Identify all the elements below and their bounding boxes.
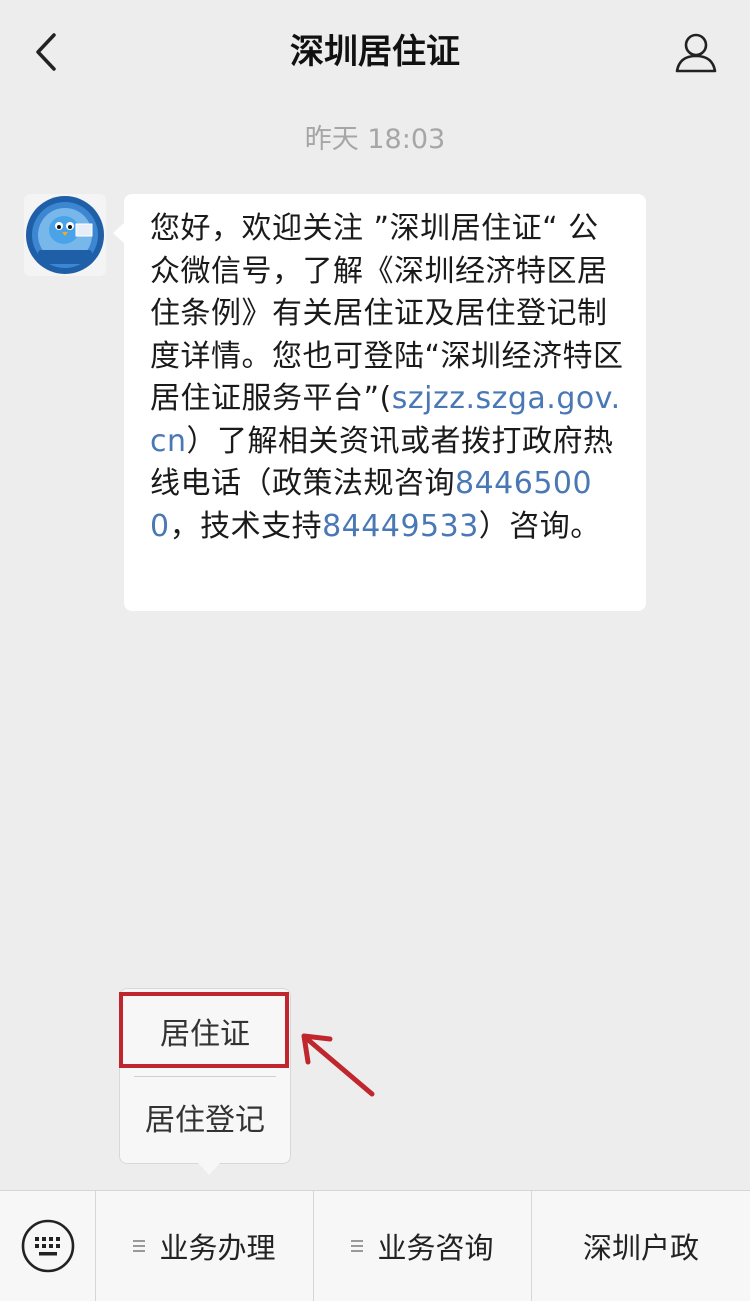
keyboard-icon (21, 1219, 74, 1273)
menu-business-consulting[interactable]: 业务咨询 (314, 1191, 532, 1301)
highlight-box (119, 992, 289, 1068)
shenzhen-residence-logo (26, 196, 104, 274)
submenu-item-residence-registration[interactable]: 居住登记 (120, 1099, 290, 1143)
message-text-part3: ，技术支持 (169, 508, 323, 544)
submenu-indicator-icon (351, 1237, 364, 1255)
message-text: 您好，欢迎关注 ”深圳居住证“ 公众微信号，了解《深圳经济特区居住条例》有关居住… (150, 208, 628, 548)
menu-label: 深圳户政 (582, 1231, 699, 1265)
submenu-divider (134, 1076, 276, 1077)
page-title: 深圳居住证 (290, 32, 460, 72)
submenu-indicator-icon (133, 1237, 146, 1255)
bottom-menu-bar: 业务办理 业务咨询 深圳户政 (0, 1190, 750, 1301)
message-bubble: 您好，欢迎关注 ”深圳居住证“ 公众微信号，了解《深圳经济特区居住条例》有关居住… (113, 194, 646, 611)
profile-button[interactable] (672, 28, 720, 76)
message-text-part4: ）咨询。 (478, 508, 601, 544)
avatar[interactable] (24, 194, 106, 276)
menu-label: 业务办理 (159, 1231, 276, 1265)
menu-shenzhen-household[interactable]: 深圳户政 (532, 1191, 750, 1301)
nav-header: 深圳居住证 (0, 0, 750, 105)
keyboard-toggle-button[interactable] (0, 1191, 96, 1301)
menu-business-handling[interactable]: 业务办理 (96, 1191, 314, 1301)
user-icon (675, 33, 717, 73)
support-phone-link[interactable]: 84449533 (322, 509, 479, 544)
menu-label: 业务咨询 (377, 1231, 494, 1265)
pointer-arrow-icon (301, 1033, 375, 1097)
message-timestamp: 昨天 18:03 (304, 124, 446, 155)
